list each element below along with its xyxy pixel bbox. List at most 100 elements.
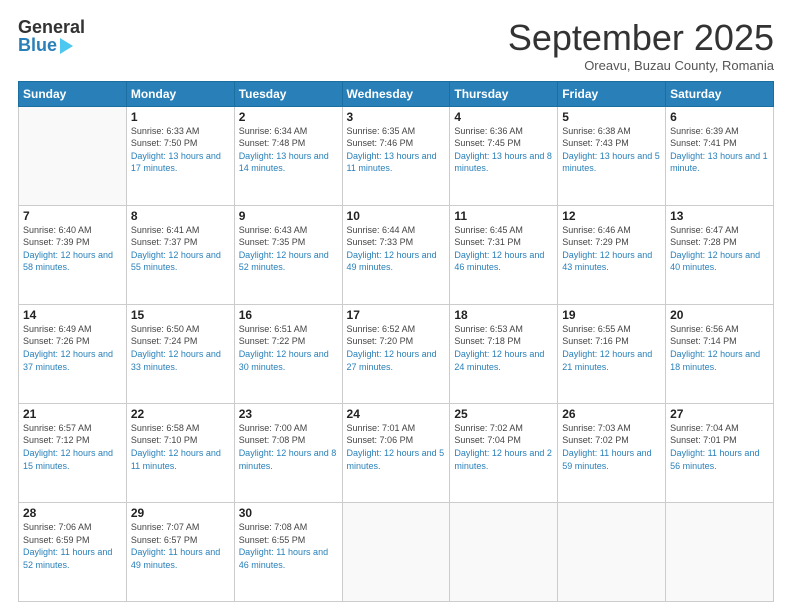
sunrise-text: Sunrise: 6:33 AM [131,126,200,136]
day-number: 3 [347,110,446,124]
table-row: 10Sunrise: 6:44 AMSunset: 7:33 PMDayligh… [342,205,450,304]
day-number: 25 [454,407,553,421]
sunset-text: Sunset: 7:50 PM [131,138,198,148]
cell-info: Sunrise: 6:41 AMSunset: 7:37 PMDaylight:… [131,224,230,274]
sunrise-text: Sunrise: 6:47 AM [670,225,739,235]
logo: General Blue [18,18,85,54]
daylight-text: Daylight: 12 hours and 27 minutes. [347,349,437,372]
daylight-text: Daylight: 13 hours and 5 minutes. [562,151,660,174]
day-number: 22 [131,407,230,421]
cell-info: Sunrise: 6:58 AMSunset: 7:10 PMDaylight:… [131,422,230,472]
table-row: 11Sunrise: 6:45 AMSunset: 7:31 PMDayligh… [450,205,558,304]
sunrise-text: Sunrise: 6:49 AM [23,324,92,334]
logo-blue: Blue [18,36,57,54]
sunset-text: Sunset: 7:02 PM [562,435,629,445]
daylight-text: Daylight: 12 hours and 33 minutes. [131,349,221,372]
sunrise-text: Sunrise: 6:38 AM [562,126,631,136]
day-number: 6 [670,110,769,124]
sunrise-text: Sunrise: 7:03 AM [562,423,631,433]
col-sunday: Sunday [19,81,127,106]
sunrise-text: Sunrise: 6:45 AM [454,225,523,235]
daylight-text: Daylight: 13 hours and 17 minutes. [131,151,221,174]
cell-info: Sunrise: 7:04 AMSunset: 7:01 PMDaylight:… [670,422,769,472]
page: General Blue September 2025 Oreavu, Buza… [0,0,792,612]
sunset-text: Sunset: 7:28 PM [670,237,737,247]
cell-info: Sunrise: 6:44 AMSunset: 7:33 PMDaylight:… [347,224,446,274]
daylight-text: Daylight: 12 hours and 40 minutes. [670,250,760,273]
day-number: 11 [454,209,553,223]
table-row: 7Sunrise: 6:40 AMSunset: 7:39 PMDaylight… [19,205,127,304]
sunrise-text: Sunrise: 7:04 AM [670,423,739,433]
table-row [450,502,558,601]
daylight-text: Daylight: 12 hours and 49 minutes. [347,250,437,273]
daylight-text: Daylight: 11 hours and 52 minutes. [23,547,112,570]
table-row: 23Sunrise: 7:00 AMSunset: 7:08 PMDayligh… [234,403,342,502]
table-row: 19Sunrise: 6:55 AMSunset: 7:16 PMDayligh… [558,304,666,403]
table-row: 22Sunrise: 6:58 AMSunset: 7:10 PMDayligh… [126,403,234,502]
sunrise-text: Sunrise: 6:50 AM [131,324,200,334]
cell-info: Sunrise: 6:57 AMSunset: 7:12 PMDaylight:… [23,422,122,472]
logo-chevron-icon [60,38,73,54]
cell-info: Sunrise: 6:55 AMSunset: 7:16 PMDaylight:… [562,323,661,373]
daylight-text: Daylight: 12 hours and 55 minutes. [131,250,221,273]
table-row [19,106,127,205]
col-monday: Monday [126,81,234,106]
sunset-text: Sunset: 7:41 PM [670,138,737,148]
col-wednesday: Wednesday [342,81,450,106]
daylight-text: Daylight: 11 hours and 49 minutes. [131,547,220,570]
sunset-text: Sunset: 7:33 PM [347,237,414,247]
daylight-text: Daylight: 12 hours and 37 minutes. [23,349,113,372]
col-tuesday: Tuesday [234,81,342,106]
sunrise-text: Sunrise: 6:56 AM [670,324,739,334]
day-number: 17 [347,308,446,322]
table-row: 15Sunrise: 6:50 AMSunset: 7:24 PMDayligh… [126,304,234,403]
day-number: 28 [23,506,122,520]
cell-info: Sunrise: 6:46 AMSunset: 7:29 PMDaylight:… [562,224,661,274]
sunset-text: Sunset: 7:10 PM [131,435,198,445]
daylight-text: Daylight: 12 hours and 30 minutes. [239,349,329,372]
sunset-text: Sunset: 7:26 PM [23,336,90,346]
daylight-text: Daylight: 12 hours and 15 minutes. [23,448,113,471]
sunset-text: Sunset: 7:39 PM [23,237,90,247]
calendar-table: Sunday Monday Tuesday Wednesday Thursday… [18,81,774,602]
sunset-text: Sunset: 7:46 PM [347,138,414,148]
cell-info: Sunrise: 6:36 AMSunset: 7:45 PMDaylight:… [454,125,553,175]
logo-image: General Blue [18,18,85,54]
sunrise-text: Sunrise: 7:06 AM [23,522,92,532]
cell-info: Sunrise: 6:40 AMSunset: 7:39 PMDaylight:… [23,224,122,274]
calendar-week-row: 21Sunrise: 6:57 AMSunset: 7:12 PMDayligh… [19,403,774,502]
sunrise-text: Sunrise: 7:08 AM [239,522,308,532]
sunrise-text: Sunrise: 6:55 AM [562,324,631,334]
sunrise-text: Sunrise: 6:53 AM [454,324,523,334]
sunset-text: Sunset: 7:48 PM [239,138,306,148]
day-number: 24 [347,407,446,421]
day-number: 16 [239,308,338,322]
table-row: 6Sunrise: 6:39 AMSunset: 7:41 PMDaylight… [666,106,774,205]
table-row: 20Sunrise: 6:56 AMSunset: 7:14 PMDayligh… [666,304,774,403]
cell-info: Sunrise: 6:56 AMSunset: 7:14 PMDaylight:… [670,323,769,373]
daylight-text: Daylight: 13 hours and 11 minutes. [347,151,437,174]
table-row: 24Sunrise: 7:01 AMSunset: 7:06 PMDayligh… [342,403,450,502]
cell-info: Sunrise: 6:33 AM Sunset: 7:50 PM Daylight:… [131,125,230,175]
sunrise-text: Sunrise: 6:58 AM [131,423,200,433]
calendar-week-row: 28Sunrise: 7:06 AMSunset: 6:59 PMDayligh… [19,502,774,601]
cell-info: Sunrise: 7:01 AMSunset: 7:06 PMDaylight:… [347,422,446,472]
cell-info: Sunrise: 6:53 AMSunset: 7:18 PMDaylight:… [454,323,553,373]
daylight-text: Daylight: 11 hours and 46 minutes. [239,547,328,570]
day-number: 10 [347,209,446,223]
daylight-text: Daylight: 12 hours and 58 minutes. [23,250,113,273]
table-row: 26Sunrise: 7:03 AMSunset: 7:02 PMDayligh… [558,403,666,502]
daylight-text: Daylight: 12 hours and 46 minutes. [454,250,544,273]
day-number: 21 [23,407,122,421]
sunset-text: Sunset: 7:29 PM [562,237,629,247]
table-row: 4Sunrise: 6:36 AMSunset: 7:45 PMDaylight… [450,106,558,205]
cell-info: Sunrise: 6:51 AMSunset: 7:22 PMDaylight:… [239,323,338,373]
table-row: 5Sunrise: 6:38 AMSunset: 7:43 PMDaylight… [558,106,666,205]
daylight-text: Daylight: 13 hours and 8 minutes. [454,151,552,174]
sunrise-text: Sunrise: 6:39 AM [670,126,739,136]
sunset-text: Sunset: 7:43 PM [562,138,629,148]
sunrise-text: Sunrise: 6:51 AM [239,324,308,334]
cell-info: Sunrise: 7:00 AMSunset: 7:08 PMDaylight:… [239,422,338,472]
day-number: 19 [562,308,661,322]
cell-info: Sunrise: 6:35 AMSunset: 7:46 PMDaylight:… [347,125,446,175]
